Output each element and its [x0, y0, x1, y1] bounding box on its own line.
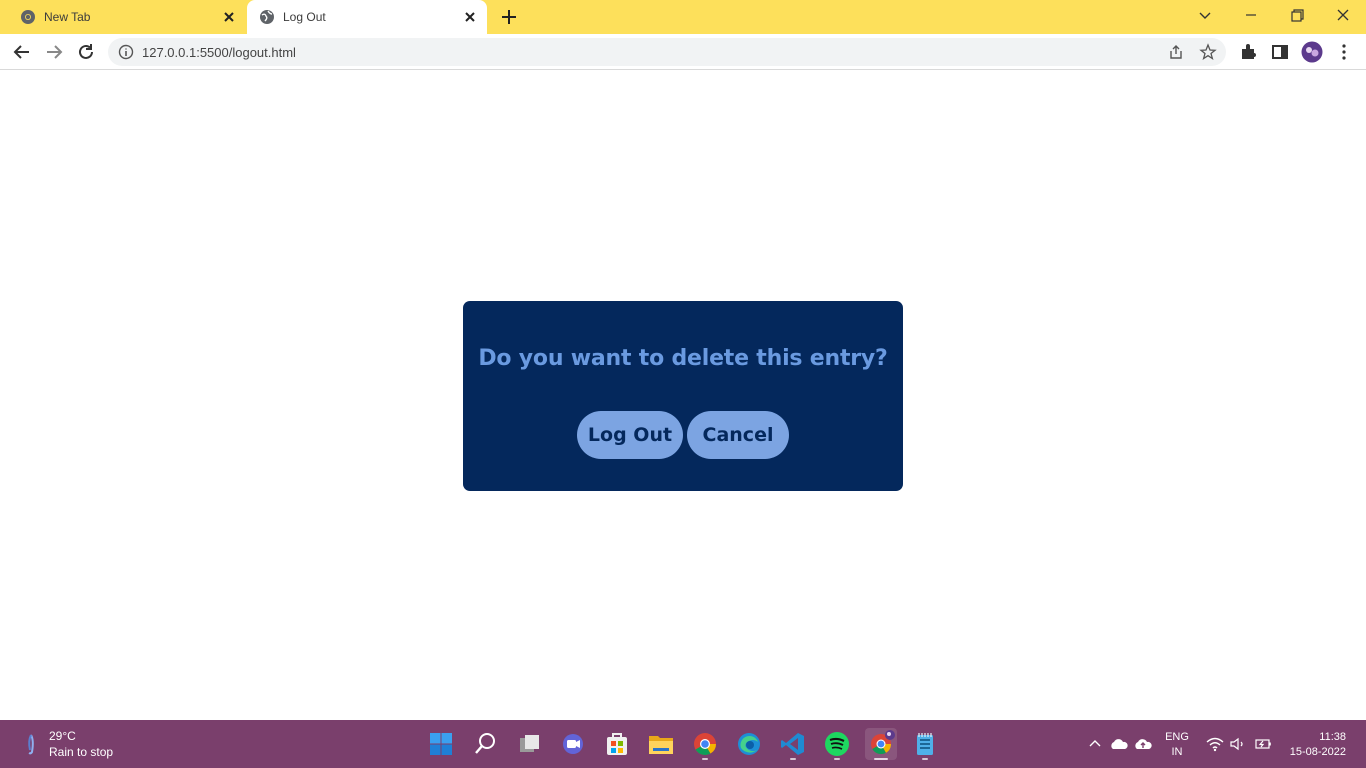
running-indicator [874, 758, 888, 760]
dialog-question: Do you want to delete this entry? [478, 346, 888, 371]
teams-chat-button[interactable] [557, 728, 589, 760]
chrome-app-button[interactable] [689, 728, 721, 760]
store-icon [607, 733, 627, 755]
wifi-icon[interactable] [1205, 734, 1225, 754]
store-button[interactable] [601, 728, 633, 760]
back-icon[interactable] [11, 41, 33, 63]
onedrive-icon[interactable] [1109, 734, 1129, 754]
browser-toolbar: 127.0.0.1:5500/logout.html [0, 34, 1366, 70]
chrome-icon [21, 10, 35, 24]
address-bar[interactable]: 127.0.0.1:5500/logout.html [108, 38, 1226, 66]
search-button[interactable] [469, 728, 501, 760]
confirm-dialog: Do you want to delete this entry? Log Ou… [463, 301, 903, 491]
chrome-profile-button[interactable] [865, 728, 897, 760]
new-tab-icon[interactable] [498, 6, 520, 28]
cancel-button[interactable]: Cancel [687, 411, 789, 459]
language-region: IN [1171, 746, 1183, 758]
task-view-button[interactable] [514, 728, 546, 760]
running-indicator [702, 758, 708, 760]
running-indicator [790, 758, 796, 760]
chevron-up-icon[interactable] [1085, 734, 1105, 754]
tab-new-tab[interactable]: New Tab [8, 0, 246, 34]
tab-strip: New Tab Log Out [0, 0, 1366, 34]
vscode-button[interactable] [777, 728, 809, 760]
language-indicator[interactable]: ENG IN [1163, 730, 1191, 760]
minimize-icon[interactable] [1238, 4, 1264, 28]
extensions-icon[interactable] [1237, 41, 1259, 63]
page-content: Do you want to delete this entry? Log Ou… [0, 71, 1366, 720]
weather-temperature[interactable]: 29°C [49, 729, 76, 743]
cloud-upload-icon[interactable] [1133, 734, 1153, 754]
log-out-button[interactable]: Log Out [577, 411, 683, 459]
clock-time: 11:38 [1319, 731, 1346, 743]
tab-log-out[interactable]: Log Out [247, 0, 487, 34]
running-indicator [922, 758, 928, 760]
language-code: ENG [1165, 731, 1189, 743]
search-icon [475, 733, 495, 754]
volume-icon[interactable] [1228, 734, 1248, 754]
vscode-icon [781, 733, 804, 755]
clock-date: 15-08-2022 [1289, 746, 1346, 758]
notepad-button[interactable] [909, 728, 941, 760]
running-indicator [834, 758, 840, 760]
reload-icon[interactable] [75, 41, 97, 63]
url-text: 127.0.0.1:5500/logout.html [142, 45, 296, 60]
side-panel-icon[interactable] [1269, 41, 1291, 63]
windows-icon [430, 733, 452, 755]
folder-icon [649, 736, 673, 754]
edge-button[interactable] [733, 728, 765, 760]
site-info-icon[interactable] [118, 44, 134, 60]
battery-icon[interactable] [1253, 734, 1273, 754]
spotify-button[interactable] [821, 728, 853, 760]
close-tab-icon[interactable] [220, 8, 238, 26]
globe-icon [260, 10, 274, 24]
start-button[interactable] [425, 728, 457, 760]
notepad-icon [917, 733, 933, 755]
close-window-icon[interactable] [1330, 4, 1356, 28]
menu-kebab-icon[interactable] [1333, 41, 1355, 63]
task-view-icon [520, 735, 539, 752]
chrome-icon [694, 733, 716, 755]
restore-icon[interactable] [1284, 4, 1310, 28]
umbrella-icon[interactable] [22, 732, 40, 756]
edge-icon [738, 733, 760, 755]
profile-avatar-icon[interactable] [1301, 41, 1323, 63]
chrome-icon [871, 730, 895, 755]
spotify-icon [825, 732, 849, 756]
forward-icon[interactable] [43, 41, 65, 63]
chevron-down-icon[interactable] [1192, 4, 1218, 28]
tab-title: Log Out [283, 10, 326, 24]
chat-icon [563, 734, 583, 754]
system-clock[interactable]: 11:38 15-08-2022 [1280, 730, 1346, 760]
tab-title: New Tab [44, 10, 91, 24]
weather-description[interactable]: Rain to stop [49, 745, 113, 759]
taskbar: 29°C Rain to stop ENG IN 11:38 15-08-202… [0, 720, 1366, 768]
share-icon[interactable] [1167, 43, 1185, 61]
close-tab-icon[interactable] [461, 8, 479, 26]
file-explorer-button[interactable] [645, 728, 677, 760]
bookmark-star-icon[interactable] [1199, 43, 1217, 61]
